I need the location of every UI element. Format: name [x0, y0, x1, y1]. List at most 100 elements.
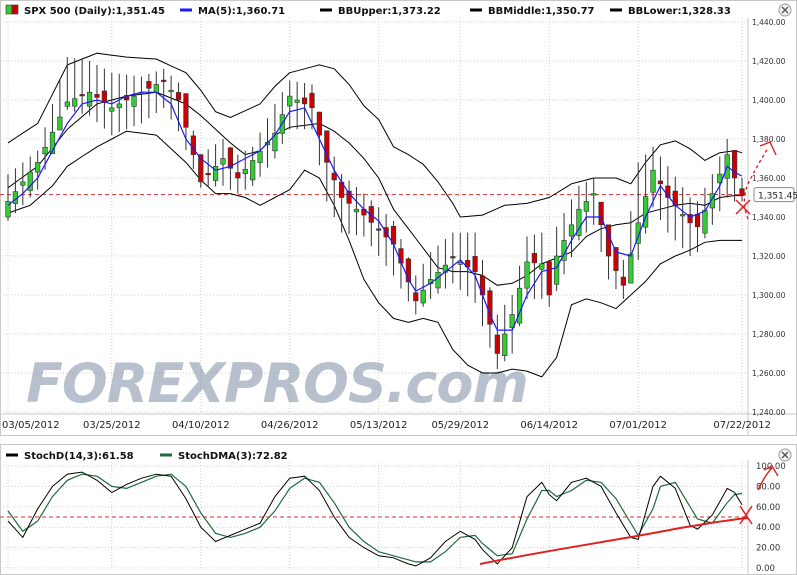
price-tick-label: 1,440.00	[752, 18, 786, 27]
candle-up	[57, 116, 63, 131]
candle-up	[420, 289, 426, 304]
date-tick-label: 03/25/2012	[83, 420, 141, 431]
close-icon[interactable]	[778, 3, 792, 17]
legend-candle-swatch-up	[5, 4, 13, 15]
candle-up	[554, 255, 560, 285]
price-tick-label: 1,320.00	[752, 252, 786, 261]
stochastic-close-icon[interactable]	[778, 448, 792, 462]
candle-up	[116, 103, 122, 109]
price-tick-label: 1,400.00	[752, 96, 786, 105]
candle-up	[250, 160, 256, 181]
candle-up	[524, 261, 530, 289]
candle-down	[657, 180, 664, 185]
price-tick-label: 1,240.00	[752, 408, 786, 417]
price-tag-label: 1,351.45	[758, 192, 797, 202]
watermark: FOREXPROS.com	[26, 352, 529, 415]
candle-up	[568, 224, 575, 237]
candle-up	[242, 168, 248, 175]
candle-down	[79, 94, 85, 97]
stochastic-panel: 100.0080.0060.0040.0020.000.00 StochD(14…	[0, 444, 797, 575]
candle-down	[309, 92, 315, 109]
candle-down	[731, 150, 738, 179]
candle-down	[620, 276, 626, 286]
candle-up	[42, 146, 48, 155]
price-tick-label: 1,340.00	[752, 213, 786, 222]
candle-up	[294, 99, 300, 103]
candle-up	[168, 89, 174, 93]
legend-label: BBUpper:1,373.22	[338, 6, 441, 17]
candle-up	[353, 208, 360, 213]
candle-up	[502, 333, 508, 356]
candle-down	[94, 94, 100, 98]
candle-up	[583, 201, 589, 212]
candle-down	[205, 173, 211, 176]
legend-label: BBLower:1,328.33	[628, 6, 731, 17]
date-tick-label: 05/13/2012	[350, 420, 408, 431]
candle-down	[739, 188, 745, 196]
watermark-text: FOREXPROS.com	[26, 352, 528, 415]
legend-label: MA(5):1,360.71	[198, 6, 285, 17]
candle-down	[494, 334, 500, 354]
candle-up	[650, 169, 656, 193]
candle-down	[531, 252, 538, 264]
date-tick-label: 04/26/2012	[261, 420, 319, 431]
date-x-axis: 03/05/2012 03/25/2012 04/10/2012 04/26/2012…	[2, 420, 771, 431]
candle-up	[35, 162, 41, 173]
date-tick-label: 07/01/2012	[609, 420, 667, 431]
candle-down	[301, 97, 308, 105]
price-tick-label: 1,280.00	[752, 330, 786, 339]
candle-down	[175, 92, 182, 101]
candle-down	[235, 172, 241, 179]
candle-up	[591, 193, 597, 196]
stochastic-frame	[0, 444, 797, 575]
candle-up	[287, 95, 293, 107]
candle-down	[376, 228, 382, 231]
candle-up	[220, 158, 226, 165]
price-tick-label: 1,360.00	[752, 174, 786, 183]
candle-down	[694, 213, 701, 228]
candle-up	[86, 91, 93, 107]
candle-down	[183, 93, 189, 128]
candle-down	[161, 79, 167, 82]
legend-label: SPX 500 (Daily):1,351.45	[24, 6, 165, 17]
candle-up	[435, 271, 441, 289]
candle-up	[131, 95, 137, 107]
candle-down	[413, 292, 419, 302]
candle-up	[20, 181, 26, 186]
candle-up	[257, 151, 263, 163]
price-tick-label: 1,260.00	[752, 369, 786, 378]
candle-up	[64, 101, 70, 107]
candle-up	[72, 98, 78, 107]
candle-up	[153, 84, 159, 93]
date-tick-label: 04/10/2012	[172, 420, 230, 431]
price-tick-label: 1,300.00	[752, 291, 786, 300]
candle-up	[628, 253, 634, 284]
date-tick-label: 05/29/2012	[431, 420, 489, 431]
stochastic-tick-label: 20.00	[756, 544, 780, 554]
candle-down	[546, 261, 552, 296]
candle-up	[109, 107, 115, 112]
price-chart-panel: FOREXPROS.com 1,440.00 1,420.00 1,400.00 1,…	[0, 0, 797, 436]
candle-down	[450, 256, 456, 259]
candle-up	[680, 214, 686, 217]
candle-down	[316, 111, 322, 136]
date-tick-label: 06/14/2012	[520, 420, 578, 431]
legend-label: BBMiddle:1,350.77	[488, 6, 595, 17]
stochastic-legend-label: StochD(14,3):61.58	[24, 451, 134, 462]
legend-candle-swatch-down	[11, 4, 19, 15]
date-tick-label: 03/05/2012	[2, 420, 60, 431]
stochastic-tick-label: 0.00	[756, 564, 775, 574]
stochastic-legend-label: StochDMA(3):72.82	[178, 451, 288, 462]
candle-up	[539, 263, 545, 270]
candle-down	[331, 172, 337, 181]
candle-down	[472, 256, 478, 272]
stochastic-tick-label: 40.00	[756, 523, 780, 533]
candle-down	[146, 81, 152, 89]
date-tick-label: 07/22/2012	[713, 420, 771, 431]
stochastic-tick-label: 60.00	[756, 503, 780, 513]
candle-down	[101, 90, 107, 103]
candle-up	[457, 262, 463, 265]
candle-up	[702, 209, 708, 234]
price-legend: SPX 500 (Daily):1,351.45 MA(5):1,360.71 BB…	[5, 3, 792, 17]
price-tick-label: 1,420.00	[752, 57, 786, 66]
